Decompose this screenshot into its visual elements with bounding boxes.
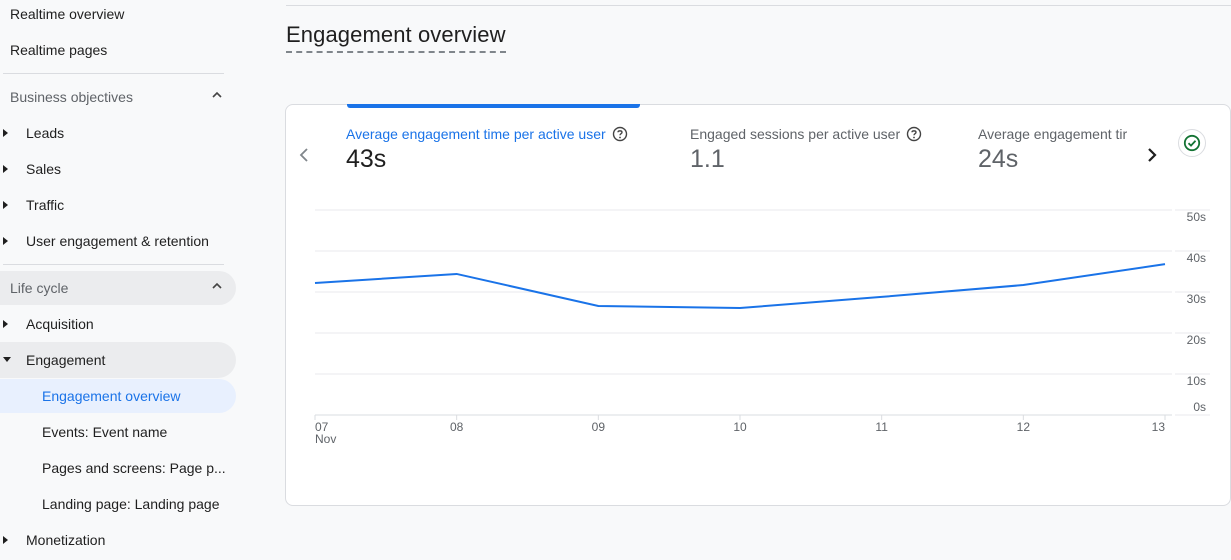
divider [3, 264, 224, 265]
nav-user-engagement-retention[interactable]: User engagement & retention [0, 223, 236, 259]
nav-label: Landing page: Landing page [42, 496, 220, 512]
metric-value: 1.1 [690, 145, 725, 173]
metric-tab-avg-engagement-time-per-session[interactable]: Average engagement tir 24s [978, 126, 1135, 174]
nav-label: Acquisition [26, 316, 94, 332]
metric-label: Average engagement tir [978, 126, 1128, 142]
nav-label: Realtime pages [10, 42, 108, 58]
section-life-cycle[interactable]: Life cycle [0, 271, 236, 305]
collapse-arrow-icon [3, 357, 11, 362]
nav-pages-and-screens[interactable]: Pages and screens: Page p... [0, 451, 236, 485]
help-icon[interactable] [906, 126, 922, 142]
metric-label: Engaged sessions per active user [690, 126, 901, 142]
expand-arrow-icon [3, 320, 8, 328]
nav-engagement[interactable]: Engagement [0, 342, 236, 378]
nav-engagement-overview[interactable]: Engagement overview [0, 379, 236, 413]
chevron-right-icon[interactable] [1145, 146, 1159, 164]
nav-label: Sales [26, 161, 62, 177]
nav-label: User engagement & retention [26, 233, 209, 249]
section-business-objectives[interactable]: Business objectives [0, 80, 236, 114]
status-check-button[interactable] [1178, 129, 1206, 157]
sidebar-nav: Realtime overview Realtime pages Busines… [0, 0, 240, 560]
nav-realtime-pages[interactable]: Realtime pages [10, 32, 107, 68]
nav-label: Realtime overview [10, 6, 125, 22]
header-divider [286, 5, 1231, 6]
nav-leads[interactable]: Leads [0, 115, 236, 151]
metric-value: 24s [978, 145, 1019, 173]
section-label: Life cycle [10, 280, 69, 296]
nav-sales[interactable]: Sales [0, 151, 236, 187]
nav-realtime-overview[interactable]: Realtime overview [10, 0, 124, 32]
check-circle-icon [1183, 134, 1201, 152]
metric-label: Average engagement time per active user [346, 126, 606, 142]
chevron-up-icon [212, 91, 222, 98]
nav-landing-page[interactable]: Landing page: Landing page [0, 487, 236, 521]
selected-metric-indicator [347, 104, 640, 108]
nav-label: Engagement overview [42, 388, 181, 404]
metric-tab-engaged-sessions[interactable]: Engaged sessions per active user 1.1 [690, 126, 922, 174]
expand-arrow-icon [3, 129, 8, 137]
page-title[interactable]: Engagement overview [286, 22, 506, 53]
nav-label: Pages and screens: Page p... [42, 460, 226, 476]
expand-arrow-icon [3, 237, 8, 245]
nav-label: Leads [26, 125, 65, 141]
nav-label: Monetization [26, 532, 106, 548]
help-icon[interactable] [612, 126, 628, 142]
nav-monetization[interactable]: Monetization [0, 522, 236, 558]
divider [3, 73, 224, 74]
section-label: Business objectives [10, 89, 133, 105]
nav-label: Traffic [26, 197, 65, 213]
nav-label: Engagement [26, 352, 106, 368]
expand-arrow-icon [3, 536, 8, 544]
chevron-up-icon [212, 282, 222, 289]
expand-arrow-icon [3, 201, 8, 209]
nav-events-event-name[interactable]: Events: Event name [0, 415, 236, 449]
expand-arrow-icon [3, 165, 8, 173]
metric-tab-avg-engagement-time[interactable]: Average engagement time per active user … [346, 126, 628, 174]
metric-value: 43s [346, 145, 387, 173]
nav-acquisition[interactable]: Acquisition [0, 306, 236, 342]
chevron-left-icon[interactable] [297, 146, 311, 164]
nav-traffic[interactable]: Traffic [0, 187, 236, 223]
nav-label: Events: Event name [42, 424, 168, 440]
